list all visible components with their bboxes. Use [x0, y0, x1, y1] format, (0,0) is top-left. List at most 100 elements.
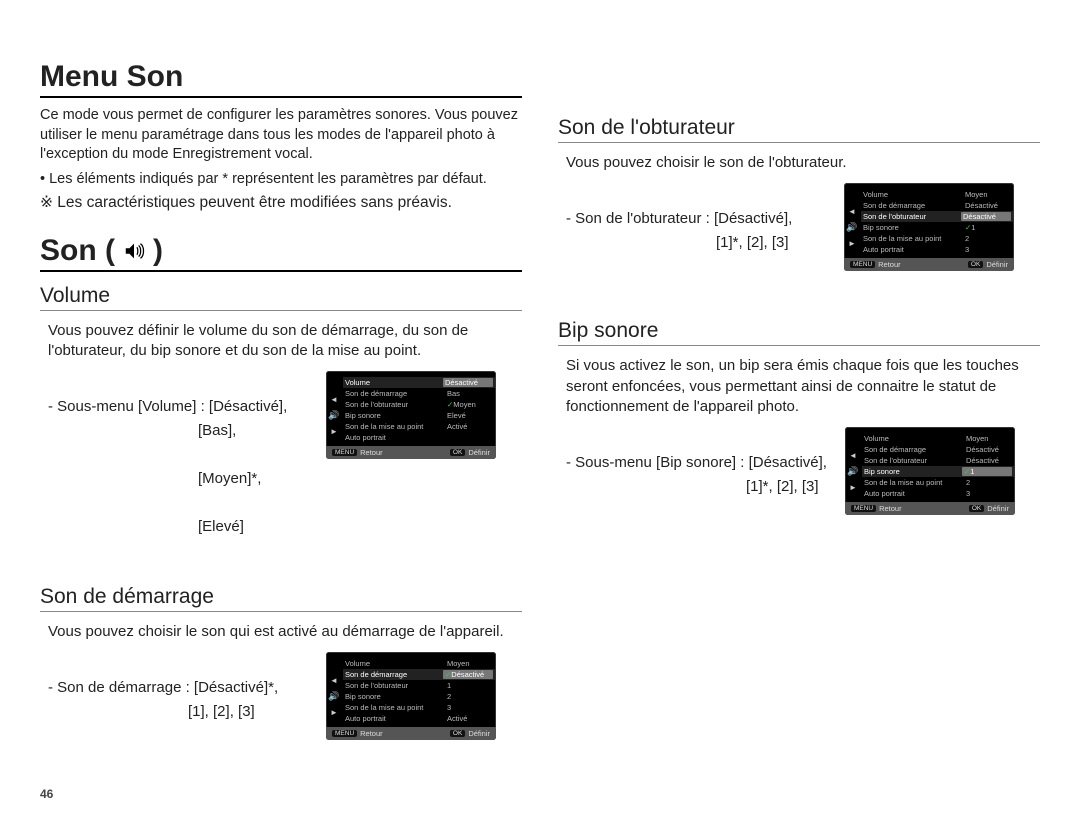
lcd-val: Moyen: [962, 190, 1011, 199]
lcd-row-obturateur: Son de l'obturateur: [345, 681, 444, 690]
lcd-val: 1: [962, 467, 1012, 476]
volume-rule: [40, 310, 522, 311]
intro-paragraph: Ce mode vous permet de configurer les pa…: [40, 106, 522, 165]
lcd-menu-key: MENU: [850, 261, 875, 268]
heading-volume: Volume: [40, 284, 522, 308]
lcd-row-obturateur: Son de l'obturateur: [864, 456, 963, 465]
lcd-row-bip: Bip sonore: [864, 467, 962, 476]
options-volume: - Sous-menu [Volume] : [Désactivé], [Bas…: [48, 371, 308, 563]
lcd-speaker-icon: 🔊: [328, 691, 339, 702]
lcd-menu-key: MENU: [332, 449, 357, 456]
lcd-row-map: Son de la mise au point: [864, 478, 963, 487]
speaker-icon: [123, 240, 145, 262]
lcd-speaker-icon: 🔊: [847, 466, 858, 477]
lcd-retour-label: Retour: [360, 729, 383, 738]
lcd-row-bip: Bip sonore: [345, 692, 444, 701]
lcd-row-volume: Volume: [345, 659, 444, 668]
lcd-row-map: Son de la mise au point: [863, 234, 962, 243]
heading-demarrage: Son de démarrage: [40, 585, 522, 609]
lcd-val: Désactivé: [443, 378, 493, 387]
lcd-val: Bas: [444, 389, 493, 398]
obturateur-rule: [558, 142, 1040, 143]
bullet-default-params: Les éléments indiqués par * représentent…: [40, 171, 522, 187]
lcd-val: 2: [444, 692, 493, 701]
lcd-ok-key: OK: [968, 261, 983, 268]
opt-volume-2: [Bas],: [48, 419, 308, 443]
lcd-ok-key: OK: [450, 730, 465, 737]
page-title-son-close: ): [153, 234, 163, 268]
lcd-val: 3: [444, 703, 493, 712]
page-number: 46: [40, 787, 53, 801]
options-bip: - Sous-menu [Bip sonore] : [Désactivé], …: [566, 427, 827, 523]
lcd-menu-key: MENU: [332, 730, 357, 737]
opt-obturateur-1: - Son de l'obturateur : [Désactivé],: [566, 210, 792, 227]
lcd-retour-label: Retour: [878, 260, 901, 269]
lcd-screenshot-bip: ◄ 🔊 ► VolumeMoyen Son de démarrageDésact…: [845, 427, 1015, 515]
heading-bip: Bip sonore: [558, 319, 1040, 343]
opt-volume-1: - Sous-menu [Volume] : [Désactivé],: [48, 398, 287, 415]
lcd-val: Moyen: [444, 400, 493, 409]
lcd-val: 1: [444, 681, 493, 690]
lcd-row-map: Son de la mise au point: [345, 422, 444, 431]
lcd-val: Activé: [444, 714, 493, 723]
lcd-nav-left-icon: ◄: [849, 451, 857, 460]
opt-volume-4: [Elevé]: [48, 515, 308, 539]
lcd-row-obturateur: Son de l'obturateur: [863, 212, 961, 221]
lcd-row-demarrage: Son de démarrage: [345, 389, 444, 398]
lcd-row-auto: Auto portrait: [864, 489, 963, 498]
demarrage-rule: [40, 611, 522, 612]
lcd-val: 1: [962, 223, 1011, 232]
lcd-val: Désactivé: [963, 445, 1012, 454]
lcd-definir-label: Définir: [468, 729, 490, 738]
lcd-val: Activé: [444, 422, 493, 431]
lcd-val: Désactivé: [963, 456, 1012, 465]
opt-demarrage-2: [1], [2], [3]: [48, 700, 308, 724]
lcd-val: Moyen: [963, 434, 1012, 443]
lcd-row-obturateur: Son de l'obturateur: [345, 400, 444, 409]
lcd-val: 2: [963, 478, 1012, 487]
lcd-ok-key: OK: [450, 449, 465, 456]
lcd-nav-left-icon: ◄: [330, 395, 338, 404]
lcd-definir-label: Définir: [986, 260, 1008, 269]
lcd-row-volume: Volume: [863, 190, 962, 199]
lcd-speaker-icon: 🔊: [328, 410, 339, 421]
lcd-nav-left-icon: ◄: [330, 676, 338, 685]
lcd-row-map: Son de la mise au point: [345, 703, 444, 712]
page-title-son: Son (: [40, 234, 115, 268]
lcd-screenshot-demarrage: ◄ 🔊 ► VolumeMoyen Son de démarrageDésact…: [326, 652, 496, 740]
lcd-row-auto: Auto portrait: [863, 245, 962, 254]
lcd-val: 2: [962, 234, 1011, 243]
page-title-menu-son: Menu Son: [40, 60, 522, 94]
desc-obturateur: Vous pouvez choisir le son de l'obturate…: [566, 153, 1040, 173]
heading-obturateur: Son de l'obturateur: [558, 116, 1040, 140]
lcd-val: Elevé: [444, 411, 493, 420]
lcd-screenshot-volume: ◄ 🔊 ► VolumeDésactivé Son de démarrageBa…: [326, 371, 496, 459]
opt-bip-2: [1]*, [2], [3]: [566, 475, 827, 499]
lcd-val: 3: [963, 489, 1012, 498]
opt-bip-1: - Sous-menu [Bip sonore] : [Désactivé],: [566, 454, 827, 471]
opt-obturateur-2: [1]*, [2], [3]: [566, 231, 826, 255]
lcd-nav-right-icon: ►: [330, 708, 338, 717]
desc-bip: Si vous activez le son, un bip sera émis…: [566, 356, 1040, 417]
lcd-val: Désactivé: [961, 212, 1011, 221]
lcd-definir-label: Définir: [468, 448, 490, 457]
lcd-nav-left-icon: ◄: [848, 207, 856, 216]
lcd-menu-key: MENU: [851, 505, 876, 512]
bip-rule: [558, 345, 1040, 346]
lcd-row-volume: Volume: [345, 378, 443, 387]
opt-demarrage-1: - Son de démarrage : [Désactivé]*,: [48, 679, 278, 696]
lcd-nav-right-icon: ►: [330, 427, 338, 436]
lcd-nav-right-icon: ►: [848, 239, 856, 248]
lcd-nav-right-icon: ►: [849, 483, 857, 492]
lcd-ok-key: OK: [969, 505, 984, 512]
lcd-row-demarrage: Son de démarrage: [863, 201, 962, 210]
lcd-row-bip: Bip sonore: [863, 223, 962, 232]
options-obturateur: - Son de l'obturateur : [Désactivé], [1]…: [566, 183, 826, 279]
lcd-definir-label: Définir: [987, 504, 1009, 513]
lcd-row-volume: Volume: [864, 434, 963, 443]
lcd-row-demarrage: Son de démarrage: [864, 445, 963, 454]
lcd-row-bip: Bip sonore: [345, 411, 444, 420]
lcd-val: Désactivé: [443, 670, 493, 679]
lcd-val: Désactivé: [962, 201, 1011, 210]
lcd-row-auto: Auto portrait: [345, 433, 444, 442]
